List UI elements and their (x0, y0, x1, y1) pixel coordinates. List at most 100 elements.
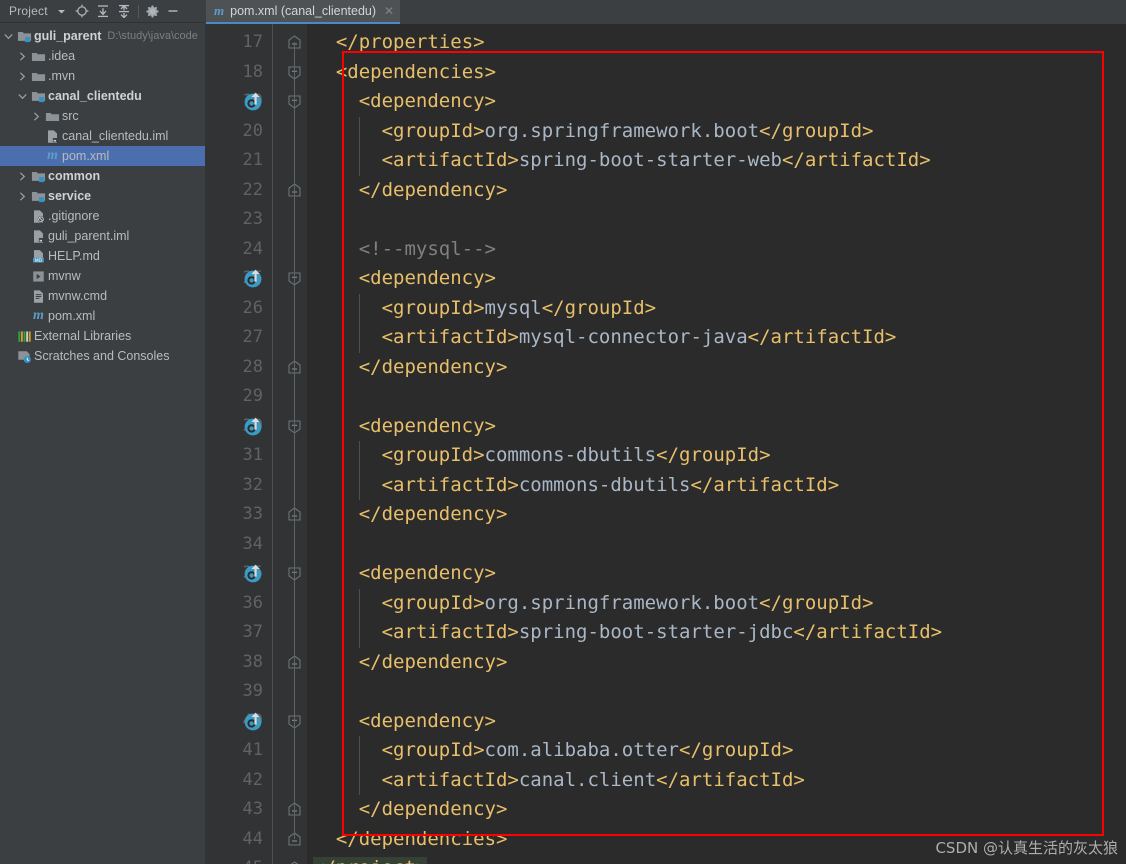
tree-item-common[interactable]: common (0, 166, 205, 186)
code-line[interactable]: </project> (313, 854, 428, 864)
line-number: 33 (242, 504, 263, 524)
code-line[interactable]: <groupId>com.alibaba.otter</groupId> (382, 736, 794, 766)
tree-item-guli-parent-iml[interactable]: guli_parent.iml (0, 226, 205, 246)
code-line[interactable]: <artifactId>spring-boot-starter-jdbc</ar… (382, 618, 943, 648)
maven-file-icon: m (214, 3, 225, 18)
fold-rail (294, 42, 295, 839)
tree-item--mvn[interactable]: .mvn (0, 66, 205, 86)
code-token-tag: </artifactId> (747, 326, 897, 348)
editor-tab-pom-xml[interactable]: m pom.xml (canal_clientedu) ✕ (206, 0, 401, 24)
tree-item--gitignore[interactable]: .gitignore (0, 206, 205, 226)
module-icon (29, 189, 48, 204)
maven-dependency-gutter-icon[interactable] (242, 268, 264, 290)
tree-item-label: mvnw.cmd (48, 289, 108, 303)
minimize-icon[interactable] (163, 1, 184, 21)
code-line[interactable]: </dependency> (359, 500, 508, 530)
project-panel-toolbar: Project (0, 0, 205, 23)
code-line[interactable]: <artifactId>canal.client</artifactId> (382, 766, 805, 796)
code-line[interactable]: <groupId>org.springframework.boot</group… (382, 117, 874, 147)
tree-item-label: mvnw (48, 269, 81, 283)
code-line[interactable]: </dependency> (359, 648, 508, 678)
tree-item-help-md[interactable]: MD HELP.md (0, 246, 205, 266)
tree-item-guli-parent[interactable]: guli_parent D:\study\java\code (0, 26, 205, 46)
gitignore-file-icon (29, 209, 48, 224)
collapse-all-icon[interactable] (114, 1, 135, 21)
maven-dependency-gutter-icon[interactable] (242, 711, 264, 733)
project-tree[interactable]: guli_parent D:\study\java\code .idea .mvn ca… (0, 23, 205, 366)
tree-item-service[interactable]: service (0, 186, 205, 206)
code-line[interactable]: <dependency> (359, 264, 496, 294)
code-line[interactable]: <artifactId>mysql-connector-java</artifa… (382, 323, 897, 353)
line-number: 17 (242, 32, 263, 52)
tree-item-pom-xml[interactable]: m pom.xml (0, 306, 205, 326)
code-token-tag: <artifactId> (381, 149, 519, 171)
gear-icon[interactable] (142, 1, 163, 21)
code-line[interactable]: </properties> (336, 28, 485, 58)
code-token-tag: <artifactId> (381, 768, 519, 791)
tree-item-src[interactable]: src (0, 106, 205, 126)
code-line[interactable]: </dependency> (359, 176, 508, 206)
module-icon (15, 29, 34, 44)
chevron-right-icon[interactable] (16, 191, 29, 201)
code-token-txt: mysql-connector-java (518, 326, 748, 348)
code-line[interactable]: <dependency> (359, 412, 496, 442)
expand-all-icon[interactable] (93, 1, 114, 21)
code-token-txt: commons-dbutils (484, 444, 657, 466)
toolbar-divider (137, 4, 139, 18)
chevron-right-icon[interactable] (16, 71, 29, 81)
tree-item-scratches-and-consoles[interactable]: Scratches and Consoles (0, 346, 205, 366)
code-folding-column[interactable] (272, 24, 308, 864)
maven-dependency-gutter-icon[interactable] (242, 91, 264, 113)
tree-item-label: canal_clientedu.iml (62, 129, 169, 143)
tree-item-label: canal_clientedu (48, 89, 142, 103)
code-line[interactable]: <groupId>mysql</groupId> (382, 294, 657, 324)
code-text-area[interactable]: </properties> <dependencies> <dependency> <… (307, 24, 1126, 864)
maven-dependency-gutter-icon[interactable] (242, 563, 264, 585)
code-token-txt: canal.client (518, 768, 657, 791)
code-line[interactable]: </dependency> (359, 353, 508, 383)
code-token-txt: commons-dbutils (518, 473, 691, 496)
code-token-tag: </artifactId> (793, 621, 943, 643)
ide-window: Project guli_parent D:\study\java\code .id… (0, 0, 1126, 864)
code-token-txt: spring-boot-starter-jdbc (518, 621, 794, 643)
code-line[interactable]: <groupId>commons-dbutils</groupId> (382, 441, 771, 471)
fold-marker-end[interactable] (286, 860, 303, 864)
tree-item-mvnw[interactable]: mvnw (0, 266, 205, 286)
code-token-txt: com.alibaba.otter (484, 739, 679, 761)
line-number: 43 (242, 799, 263, 819)
code-line[interactable]: </dependency> (359, 795, 508, 825)
tree-item-path: D:\study\java\code (107, 30, 198, 42)
line-number: 39 (242, 681, 263, 701)
chevron-down-icon[interactable] (2, 33, 15, 40)
editor-gutter[interactable]: 1718192021222324252627282930313233343536… (205, 24, 272, 864)
project-panel-title[interactable]: Project (4, 4, 51, 18)
line-number: 41 (242, 740, 263, 760)
tree-item-pom-xml[interactable]: m pom.xml (0, 146, 205, 166)
chevron-right-icon[interactable] (30, 111, 43, 121)
code-line[interactable]: <groupId>org.springframework.boot</group… (382, 589, 874, 619)
close-icon[interactable]: ✕ (384, 4, 394, 18)
scratches-icon (15, 349, 34, 364)
chevron-right-icon[interactable] (16, 171, 29, 181)
chevron-down-icon[interactable] (16, 93, 29, 100)
code-line[interactable]: <artifactId>spring-boot-starter-web</art… (382, 146, 931, 176)
tree-item-external-libraries[interactable]: External Libraries (0, 326, 205, 346)
code-line[interactable]: <artifactId>commons-dbutils</artifactId> (382, 471, 840, 501)
code-line[interactable]: <!--mysql--> (359, 235, 496, 265)
code-line[interactable]: <dependency> (359, 559, 496, 589)
locate-target-icon[interactable] (72, 1, 93, 21)
tree-item--idea[interactable]: .idea (0, 46, 205, 66)
tree-item-canal-clientedu[interactable]: canal_clientedu (0, 86, 205, 106)
code-line[interactable]: <dependencies> (336, 58, 496, 88)
code-editor[interactable]: 1718192021222324252627282930313233343536… (205, 24, 1126, 864)
folder-icon (43, 109, 62, 124)
maven-dependency-gutter-icon[interactable] (242, 416, 264, 438)
code-line[interactable]: </dependencies> (336, 825, 508, 855)
code-line[interactable]: <dependency> (359, 707, 496, 737)
chevron-down-icon[interactable] (51, 1, 72, 21)
tree-item-mvnw-cmd[interactable]: mvnw.cmd (0, 286, 205, 306)
editor-tab-label: pom.xml (canal_clientedu) (230, 4, 377, 18)
code-line[interactable]: <dependency> (359, 87, 496, 117)
chevron-right-icon[interactable] (16, 51, 29, 61)
tree-item-canal-clientedu-iml[interactable]: canal_clientedu.iml (0, 126, 205, 146)
